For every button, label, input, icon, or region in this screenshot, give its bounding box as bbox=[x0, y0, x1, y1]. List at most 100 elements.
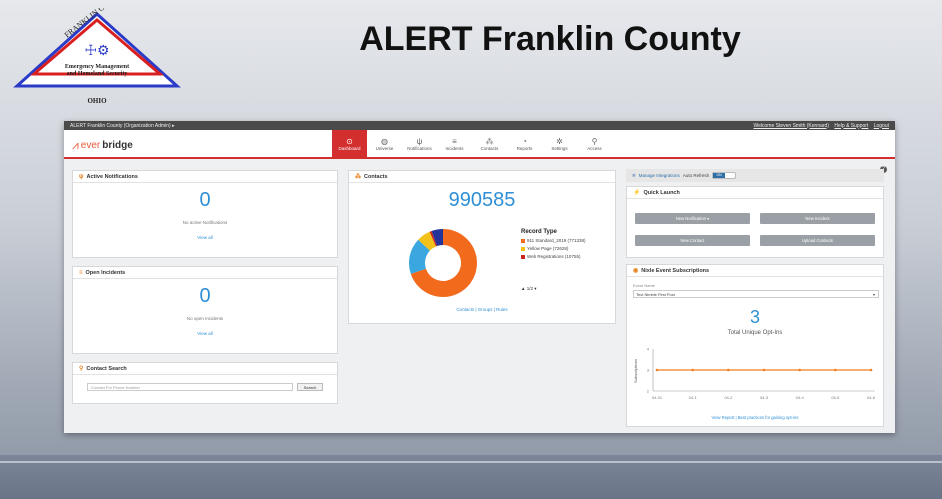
contact-search-panel: ⚲ Contact Search Contact For Phone Number… bbox=[72, 362, 338, 404]
x-tick-label: 04-4 bbox=[796, 395, 805, 400]
legend-item: Yellow Page (72628) bbox=[521, 246, 585, 251]
no-incidents-text: No open Incidents bbox=[186, 316, 224, 321]
optins-label: Total Unique Opt-Ins bbox=[727, 330, 783, 336]
auto-refresh-label: Auto Refresh bbox=[682, 173, 710, 178]
nav-label: Reports bbox=[516, 145, 533, 151]
gear-icon: ✲ bbox=[556, 136, 563, 146]
nixle-links[interactable]: View Report | Best practices for gaining… bbox=[627, 415, 883, 420]
list-icon: ≡ bbox=[79, 269, 83, 276]
nav-label: Dashboard bbox=[338, 145, 361, 151]
pie-chart-icon: ◔ bbox=[522, 136, 527, 146]
nav-dashboard[interactable]: ⊙ Dashboard bbox=[332, 130, 367, 157]
gear-icon: ✲ bbox=[632, 172, 636, 178]
nav-label: Contacts bbox=[480, 145, 499, 151]
subscriptions-point bbox=[762, 368, 766, 372]
y-tick-label: 2 bbox=[647, 389, 650, 394]
top-bar: ALERT Franklin County (Organization Admi… bbox=[64, 121, 895, 130]
incidents-view-all-link[interactable]: View all bbox=[73, 331, 337, 336]
upload-contacts-button[interactable]: Upload Contacts bbox=[760, 235, 875, 246]
subscriptions-line-chart: 4 3 2 Subscriptions 04-31 04-1 04-2 04-3 04-4 04-… bbox=[633, 347, 876, 401]
nav-reports[interactable]: ◔ Reports bbox=[507, 130, 542, 157]
everbridge-app: ALERT Franklin County (Organization Admi… bbox=[64, 121, 895, 433]
legend-item: 911 Standard_2019 (771338) bbox=[521, 238, 585, 243]
nav-contacts[interactable]: ⁂ Contacts bbox=[472, 130, 507, 157]
legend-swatch bbox=[521, 246, 525, 251]
manage-integrations-link[interactable]: Manage Integrations bbox=[639, 173, 680, 178]
nav-settings[interactable]: ✲ Settings bbox=[542, 130, 577, 157]
org-switcher[interactable]: ALERT Franklin County (Organization Admi… bbox=[70, 123, 175, 129]
legend-pager[interactable]: ▲ 1/2 ▾ bbox=[521, 286, 536, 292]
welcome-user-link[interactable]: Welcome Steven Smith (Kennard) bbox=[754, 123, 830, 129]
people-icon: ⁂ bbox=[485, 136, 494, 146]
nav-label: Incidents bbox=[445, 145, 464, 151]
legend-title: Record Type bbox=[521, 229, 557, 235]
main-navbar: ⩘ ever bridge ⊙ Dashboard ◍ Universe ψ Notific… bbox=[64, 130, 895, 159]
contacts-total: 990585 bbox=[448, 189, 516, 211]
nav-label: Notifications bbox=[407, 145, 432, 151]
y-tick-label: 4 bbox=[647, 347, 650, 352]
rss-icon: ◉ bbox=[633, 268, 639, 274]
active-notifications-count: 0 bbox=[199, 189, 211, 211]
help-support-link[interactable]: Help & Support bbox=[834, 123, 868, 129]
globe-icon: ◍ bbox=[381, 136, 388, 146]
nav-label: Settings bbox=[551, 145, 568, 151]
record-type-legend: Record Type 911 Standard_2019 (771338) Ye… bbox=[521, 229, 585, 259]
nav-incidents[interactable]: ≡ Incidents bbox=[437, 130, 472, 157]
y-axis-label: Subscriptions bbox=[633, 359, 638, 383]
new-contact-button[interactable]: New Contact bbox=[635, 235, 750, 246]
auto-refresh-toggle[interactable]: ON bbox=[712, 172, 737, 179]
nav-access[interactable]: ⚲ Access bbox=[577, 130, 612, 157]
subscriptions-point bbox=[655, 368, 659, 372]
brand-swoosh-icon: ⩘ bbox=[72, 138, 79, 152]
legend-item: Web Registrations (10755) bbox=[521, 254, 585, 259]
open-incidents-panel: ≡ Open Incidents 0 No open Incidents View… bbox=[72, 266, 338, 354]
svg-text:Emergency Management: Emergency Management bbox=[65, 64, 129, 70]
bolt-icon: ⚡ bbox=[633, 190, 641, 196]
notifications-view-all-link[interactable]: View all bbox=[73, 235, 337, 240]
svg-text:☩⚙: ☩⚙ bbox=[84, 42, 109, 58]
x-tick-label: 04-31 bbox=[652, 395, 663, 400]
x-tick-label: 04-2 bbox=[724, 395, 733, 400]
search-button[interactable]: Search bbox=[297, 383, 323, 391]
event-name-label: Event Name bbox=[633, 283, 656, 288]
list-icon: ≡ bbox=[452, 136, 457, 146]
active-notifications-panel: ψ Active Notifications 0 No active Notifi… bbox=[72, 170, 338, 258]
open-incidents-count: 0 bbox=[199, 285, 211, 307]
contact-search-input[interactable]: Contact For Phone Number bbox=[87, 383, 293, 391]
legend-label: Yellow Page (72628) bbox=[527, 246, 569, 251]
event-name-select[interactable]: Text Nimble First Post ▾ bbox=[633, 290, 879, 298]
contacts-panel: ⁂ Contacts 990585 Record Type 911 Standar… bbox=[348, 170, 616, 324]
legend-swatch bbox=[521, 238, 525, 243]
x-tick-label: 04-3 bbox=[760, 395, 769, 400]
everbridge-logo: ⩘ ever bridge bbox=[72, 138, 133, 152]
broadcast-icon: ψ bbox=[416, 136, 423, 146]
svg-text:and Homeland Security: and Homeland Security bbox=[67, 71, 128, 77]
subscriptions-point bbox=[691, 368, 694, 372]
subscriptions-point bbox=[869, 368, 873, 372]
new-incident-button[interactable]: New Incident bbox=[760, 213, 875, 224]
nav-notifications[interactable]: ψ Notifications bbox=[402, 130, 437, 157]
nav-label: Universe bbox=[375, 145, 394, 151]
optins-count: 3 bbox=[749, 307, 760, 327]
integrations-bar: ✲ Manage Integrations Auto Refresh ON bbox=[626, 169, 884, 182]
no-notifications-text: No active Notifications bbox=[182, 220, 228, 225]
chevron-down-icon: ▾ bbox=[872, 292, 875, 297]
people-icon: ⁂ bbox=[355, 174, 361, 180]
x-tick-label: 04-1 bbox=[689, 395, 698, 400]
slide-title: ALERT Franklin County bbox=[359, 20, 741, 58]
x-tick-label: 04-5 bbox=[831, 395, 840, 400]
new-notification-button[interactable]: New Notification ▾ bbox=[635, 213, 750, 224]
subscriptions-point bbox=[834, 368, 837, 372]
legend-label: Web Registrations (10755) bbox=[527, 254, 581, 259]
record-type-donut-chart bbox=[409, 229, 477, 297]
nav-universe[interactable]: ◍ Universe bbox=[367, 130, 402, 157]
legend-swatch bbox=[521, 254, 525, 259]
contacts-links[interactable]: Contacts | Groups | Rules bbox=[349, 307, 615, 312]
subscriptions-point bbox=[727, 368, 730, 372]
x-tick-label: 04-6 bbox=[867, 395, 876, 400]
legend-label: 911 Standard_2019 (771338) bbox=[527, 238, 586, 243]
y-tick-label: 3 bbox=[647, 368, 650, 373]
nav-label: Access bbox=[587, 145, 602, 151]
svg-text:OHIO: OHIO bbox=[87, 97, 107, 105]
logout-link[interactable]: Logout bbox=[874, 123, 889, 129]
